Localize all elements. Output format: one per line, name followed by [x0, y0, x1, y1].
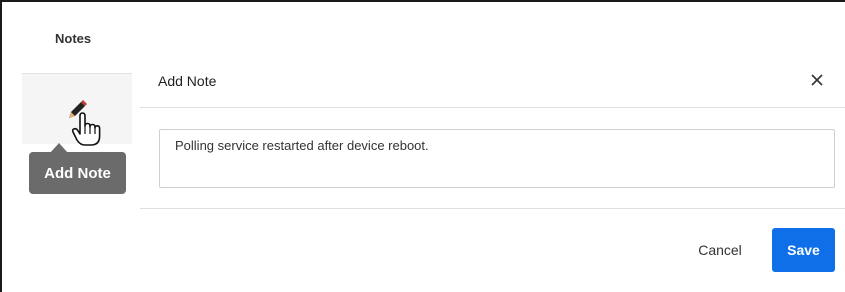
notes-column-header: Notes	[55, 31, 92, 46]
dialog-header-divider	[140, 107, 845, 108]
add-note-dialog: Add Note Polling service restarted after…	[140, 58, 845, 292]
note-text-field[interactable]: Polling service restarted after device r…	[159, 129, 835, 188]
add-note-tooltip: Add Note	[29, 152, 126, 194]
pencil-icon	[69, 100, 87, 118]
cancel-button[interactable]: Cancel	[685, 230, 755, 270]
dialog-footer-divider	[140, 208, 845, 209]
dialog-title: Add Note	[158, 73, 217, 89]
close-button[interactable]	[807, 70, 827, 90]
add-note-button[interactable]	[63, 96, 91, 124]
close-icon	[811, 74, 823, 86]
save-button[interactable]: Save	[772, 228, 835, 272]
